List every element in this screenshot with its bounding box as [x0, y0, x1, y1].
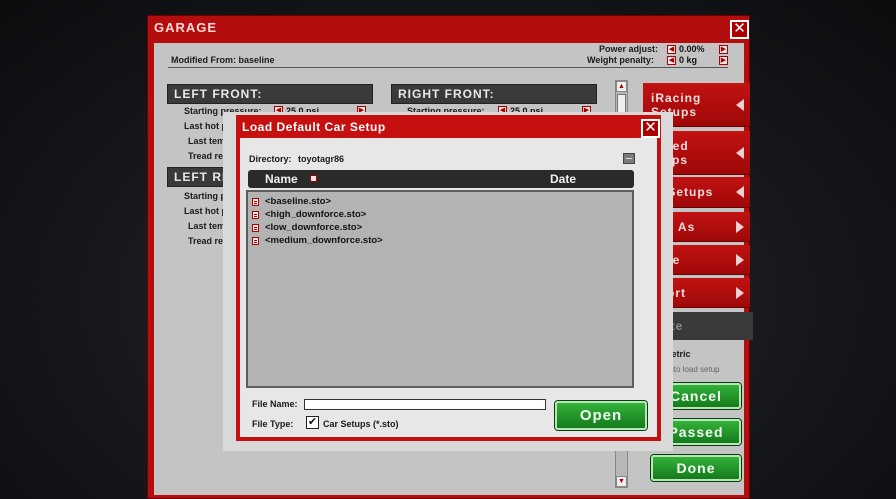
header-divider [168, 67, 728, 68]
power-adjust-label: Power adjust: [599, 44, 659, 54]
file-name: <medium_downforce.sto> [265, 235, 383, 246]
expand-left-icon [736, 146, 744, 159]
file-icon [252, 236, 259, 245]
expand-right-icon [736, 220, 744, 233]
list-item[interactable]: <high_downforce.sto> [248, 208, 632, 221]
dialog-close-icon[interactable]: ✕ [641, 119, 660, 138]
date-column-header[interactable]: Date [550, 172, 576, 186]
dialog-body: Directory: toyotagr86 Name Date <baselin… [240, 138, 657, 437]
load-setup-dialog: Load Default Car Setup ✕ Directory: toyo… [236, 115, 661, 441]
weight-penalty-decrease-icon[interactable]: ◀ [667, 56, 676, 65]
sort-icon[interactable] [310, 175, 317, 182]
expand-left-icon [736, 98, 744, 111]
file-name: <low_downforce.sto> [265, 222, 363, 233]
power-adjust-increase-icon[interactable]: ▶ [719, 45, 728, 54]
file-icon [252, 223, 259, 232]
directory-label: Directory: [249, 154, 292, 164]
right-front-header: RIGHT FRONT: [391, 84, 597, 104]
file-list-header: Name Date [248, 170, 634, 188]
scroll-up-icon[interactable]: ▲ [616, 81, 627, 92]
list-item[interactable]: <low_downforce.sto> [248, 221, 632, 234]
done-button[interactable]: Done [651, 455, 741, 481]
file-name: <high_downforce.sto> [265, 209, 367, 220]
file-type-checkbox[interactable]: ✔ [306, 416, 319, 429]
weight-penalty-value: 0 kg [679, 55, 698, 65]
file-type-value: Car Setups (*.sto) [323, 419, 399, 429]
expand-right-icon [736, 253, 744, 266]
side-menu-label-0a: iRacing [651, 90, 702, 105]
file-name: <baseline.sto> [265, 196, 332, 207]
file-list[interactable]: <baseline.sto> <high_downforce.sto> <low… [246, 190, 634, 388]
weight-penalty-label: Weight penalty: [587, 55, 654, 65]
file-icon [252, 197, 259, 206]
folder-up-icon[interactable] [623, 153, 635, 164]
list-item[interactable]: <baseline.sto> [248, 195, 632, 208]
file-type-label: File Type: [252, 419, 294, 429]
file-icon [252, 210, 259, 219]
dialog-title: Load Default Car Setup [242, 120, 386, 134]
file-name-input[interactable] [304, 399, 546, 410]
name-column-header[interactable]: Name [265, 172, 298, 186]
file-name-label: File Name: [252, 399, 298, 409]
garage-title: GARAGE [154, 20, 218, 35]
directory-value: toyotagr86 [298, 154, 345, 164]
expand-right-icon [736, 286, 744, 299]
scroll-down-icon[interactable]: ▼ [616, 476, 627, 487]
expand-left-icon [736, 186, 744, 198]
list-item[interactable]: <medium_downforce.sto> [248, 234, 632, 247]
power-adjust-decrease-icon[interactable]: ◀ [667, 45, 676, 54]
open-button[interactable]: Open [555, 401, 647, 430]
left-front-header: LEFT FRONT: [167, 84, 373, 104]
weight-penalty-increase-icon[interactable]: ▶ [719, 56, 728, 65]
modified-from-label: Modified From: baseline [171, 55, 275, 65]
garage-close-icon[interactable]: ✕ [730, 20, 749, 39]
power-adjust-value: 0.00% [679, 44, 705, 54]
